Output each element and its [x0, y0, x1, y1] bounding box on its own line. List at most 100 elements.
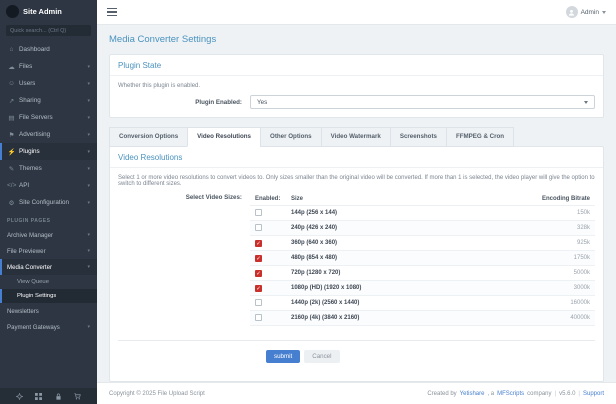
- row-size: 144p (256 x 144): [291, 210, 338, 216]
- row-bitrate: 40000k: [570, 315, 590, 321]
- chevron-down-icon: ▾: [87, 199, 90, 206]
- users-icon: ☺: [8, 80, 15, 87]
- page-footer: Copyright © 2025 File Upload Script Crea…: [97, 382, 616, 404]
- column-enabled: Enabled:: [255, 196, 281, 202]
- copyright-text: Copyright © 2025 File Upload Script: [109, 390, 205, 397]
- tab-video-watermark[interactable]: Video Watermark: [320, 127, 391, 147]
- yetishare-link[interactable]: Yetishare: [460, 391, 485, 397]
- sidebar-item-file-previewer[interactable]: File Previewer ▾: [0, 243, 97, 259]
- tab-conversion-options[interactable]: Conversion Options: [109, 127, 189, 147]
- sidebar: Site Admin ⌂ Dashboard ☁ Files ▾ ☺ Users…: [0, 0, 97, 404]
- footer-credits: Created by Yetishare, a MFScripts compan…: [427, 390, 604, 397]
- chevron-down-icon: ▾: [87, 264, 90, 270]
- version-text: v5.6.0: [559, 390, 576, 397]
- plugin-enabled-label: Plugin Enabled:: [195, 99, 242, 106]
- code-icon: </>: [7, 182, 17, 189]
- gear-icon[interactable]: [16, 392, 24, 400]
- row-enabled-checkbox[interactable]: [255, 298, 262, 306]
- sidebar-item-api[interactable]: </> API ▾: [0, 177, 97, 194]
- row-enabled-checkbox[interactable]: [255, 208, 262, 216]
- table-header-row: Enabled: Size Encoding Bitrate: [250, 193, 595, 206]
- sidebar-item-plugins[interactable]: ⚡ Plugins ▾: [0, 143, 97, 160]
- row-bitrate: 5000k: [573, 270, 590, 276]
- page-content: Media Converter Settings Plugin State Wh…: [97, 25, 616, 382]
- hamburger-menu-icon[interactable]: [107, 7, 117, 17]
- sidebar-item-advertising[interactable]: ⚑ Advertising ▾: [0, 126, 97, 143]
- chevron-down-icon: ▾: [87, 232, 90, 238]
- row-enabled-checkbox[interactable]: [255, 223, 262, 231]
- row-size: 1440p (2k) (2560 x 1440): [291, 300, 360, 306]
- sidebar-item-plugin-settings[interactable]: Plugin Settings: [0, 289, 97, 303]
- chevron-down-icon: [602, 10, 606, 14]
- sidebar-item-newsletters[interactable]: Newsletters: [0, 303, 97, 319]
- chevron-down-icon: ▾: [87, 324, 90, 330]
- table-row: 240p (426 x 240) 328k: [250, 221, 595, 236]
- chevron-down-icon: ▾: [87, 182, 90, 189]
- tab-ffmpeg-cron[interactable]: FFMPEG & Cron: [445, 127, 515, 147]
- user-menu[interactable]: Admin: [565, 6, 606, 18]
- sidebar-search: [6, 25, 91, 36]
- sidebar-item-sharing[interactable]: ↗ Sharing ▾: [0, 92, 97, 109]
- sidebar-item-view-queue[interactable]: View Queue: [0, 275, 97, 289]
- sidebar-footer: [0, 388, 97, 404]
- search-input[interactable]: [10, 27, 87, 34]
- plugin-icon: ⚡: [7, 148, 16, 156]
- cancel-button[interactable]: Cancel: [304, 350, 340, 363]
- sidebar-item-payment-gateways[interactable]: Payment Gateways ▾: [0, 319, 97, 335]
- cloud-icon: ☁: [8, 63, 15, 71]
- form-footer: submit Cancel: [118, 340, 595, 373]
- chevron-down-icon: ▾: [87, 63, 90, 70]
- row-bitrate: 3000k: [573, 285, 590, 291]
- table-row: ✓ 480p (854 x 480) 1750k: [250, 251, 595, 266]
- home-icon: ⌂: [9, 46, 14, 53]
- row-size: 720p (1280 x 720): [291, 270, 341, 276]
- share-icon: ↗: [8, 97, 15, 105]
- row-enabled-checkbox[interactable]: ✓: [255, 284, 262, 292]
- gear-icon: ⚙: [8, 199, 15, 207]
- tab-video-resolutions[interactable]: Video Resolutions: [187, 127, 262, 147]
- sidebar-item-users[interactable]: ☺ Users ▾: [0, 75, 97, 92]
- sidebar-item-file-servers[interactable]: ▤ File Servers ▾: [0, 109, 97, 126]
- flag-icon: ⚑: [8, 131, 15, 139]
- lock-icon[interactable]: [55, 393, 62, 400]
- sidebar-item-themes[interactable]: ✎ Themes ▾: [0, 160, 97, 177]
- row-bitrate: 328k: [576, 225, 590, 231]
- row-size: 480p (854 x 480): [291, 255, 338, 261]
- page-title: Media Converter Settings: [109, 34, 217, 45]
- table-row: ✓ 720p (1280 x 720) 5000k: [250, 266, 595, 281]
- support-link[interactable]: Support: [583, 391, 604, 397]
- row-enabled-checkbox[interactable]: ✓: [255, 269, 262, 277]
- row-size: 1080p (HD) (1920 x 1080): [291, 285, 362, 291]
- plugin-enabled-select[interactable]: Yes: [250, 95, 595, 109]
- chevron-down-icon: ▾: [87, 148, 90, 155]
- table-row: ✓ 360p (640 x 360) 925k: [250, 236, 595, 251]
- video-resolutions-card: Video Resolutions Select 1 or more video…: [109, 146, 604, 382]
- sidebar-item-dashboard[interactable]: ⌂ Dashboard: [0, 41, 97, 58]
- mfscripts-link[interactable]: MFScripts: [497, 391, 524, 397]
- tab-screenshots[interactable]: Screenshots: [389, 127, 447, 147]
- apps-grid-icon[interactable]: [35, 392, 43, 400]
- sidebar-item-media-converter[interactable]: Media Converter ▾: [0, 259, 97, 275]
- row-bitrate: 16000k: [570, 300, 590, 306]
- row-enabled-checkbox[interactable]: ✓: [255, 254, 262, 262]
- row-size: 240p (426 x 240): [291, 225, 338, 231]
- row-bitrate: 1750k: [573, 255, 590, 261]
- logo[interactable]: Site Admin: [0, 0, 97, 23]
- avatar: [565, 6, 578, 18]
- cart-icon[interactable]: [74, 392, 81, 400]
- sidebar-item-archive-manager[interactable]: Archive Manager ▾: [0, 227, 97, 243]
- submit-button[interactable]: submit: [266, 350, 301, 363]
- video-resolutions-description: Select 1 or more video resolutions to co…: [118, 175, 595, 187]
- tab-other-options[interactable]: Other Options: [260, 127, 322, 147]
- app-window: Site Admin ⌂ Dashboard ☁ Files ▾ ☺ Users…: [0, 0, 616, 404]
- row-enabled-checkbox[interactable]: ✓: [255, 239, 262, 247]
- sidebar-item-site-configuration[interactable]: ⚙ Site Configuration ▾: [0, 194, 97, 211]
- row-enabled-checkbox[interactable]: [255, 313, 262, 321]
- video-sizes-table: Enabled: Size Encoding Bitrate 144p (256…: [250, 193, 595, 326]
- video-resolutions-heading: Video Resolutions: [110, 147, 603, 168]
- row-bitrate: 925k: [576, 240, 590, 246]
- column-size: Size: [291, 196, 304, 202]
- plugin-pages-section-label: PLUGIN PAGES: [7, 218, 51, 224]
- settings-tabs: Conversion Options Video Resolutions Oth…: [109, 127, 604, 147]
- sidebar-item-files[interactable]: ☁ Files ▾: [0, 58, 97, 75]
